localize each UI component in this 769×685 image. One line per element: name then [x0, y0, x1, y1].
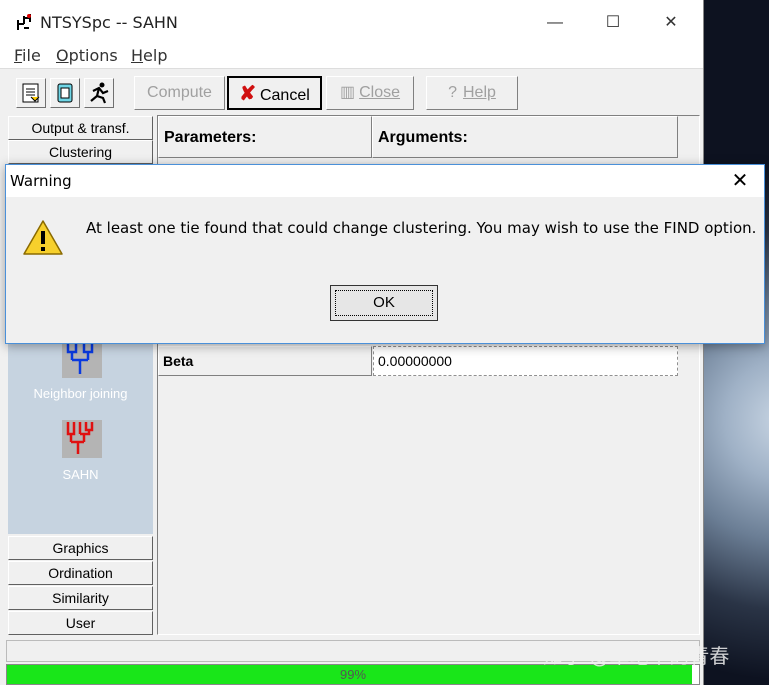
minimize-button[interactable]: — [535, 8, 575, 38]
param-value-beta[interactable]: 0.00000000 [373, 346, 678, 376]
neighbor-joining-label[interactable]: Neighbor joining [8, 386, 153, 401]
warning-icon [23, 220, 63, 255]
sahn-tree-icon[interactable] [62, 420, 102, 458]
tab-graphics[interactable]: Graphics [8, 536, 153, 560]
sahn-label[interactable]: SAHN [8, 467, 153, 482]
watermark-text: 知乎 @单笔下的青春 [543, 644, 730, 668]
tab-similarity[interactable]: Similarity [8, 586, 153, 610]
dialog-title: Warning [10, 172, 72, 190]
param-label-beta: Beta [158, 346, 372, 376]
window-title: NTSYSpc -- SAHN [40, 13, 178, 32]
run-icon[interactable] [84, 78, 114, 108]
cancel-button[interactable]: ✘ Cancel [227, 76, 322, 110]
cancel-x-icon: ✘ [239, 83, 256, 105]
close-window-button[interactable]: ✕ [651, 8, 691, 38]
ok-focus-ring [335, 290, 433, 316]
ntsys-app-icon [17, 14, 31, 30]
dialog-message: At least one tie found that could change… [86, 219, 757, 237]
toolbar: Compute ✘ Cancel ▥ Close ? Help [0, 68, 703, 115]
dialog-body: At least one tie found that could change… [6, 197, 764, 343]
tab-clustering[interactable]: Clustering [8, 140, 153, 164]
maximize-button[interactable]: ☐ [593, 8, 633, 38]
menu-file[interactable]: File [14, 46, 41, 65]
ok-button[interactable]: OK [330, 285, 438, 321]
menu-bar: File Options Help [0, 44, 703, 68]
header-parameters: Parameters: [158, 116, 372, 158]
neighbor-joining-tree-icon[interactable] [62, 340, 102, 378]
close-button[interactable]: ▥ Close [326, 76, 414, 110]
compute-button[interactable]: Compute [134, 76, 225, 110]
notes-icon[interactable] [50, 78, 80, 108]
warning-dialog: Warning ✕ At least one tie found that co… [5, 164, 765, 344]
open-file-icon[interactable] [16, 78, 46, 108]
close-door-icon: ▥ [339, 84, 356, 101]
dialog-title-bar: Warning ✕ [6, 165, 764, 197]
tab-user[interactable]: User [8, 611, 153, 635]
help-button[interactable]: ? Help [426, 76, 518, 110]
help-question-icon: ? [448, 84, 457, 101]
menu-help[interactable]: Help [131, 46, 167, 65]
tab-ordination[interactable]: Ordination [8, 561, 153, 585]
title-bar: NTSYSpc -- SAHN — ☐ ✕ [0, 0, 703, 44]
tab-output-transf[interactable]: Output & transf. [8, 116, 153, 140]
dialog-close-icon[interactable]: ✕ [728, 169, 752, 193]
header-arguments: Arguments: [372, 116, 678, 158]
menu-options[interactable]: Options [56, 46, 118, 65]
